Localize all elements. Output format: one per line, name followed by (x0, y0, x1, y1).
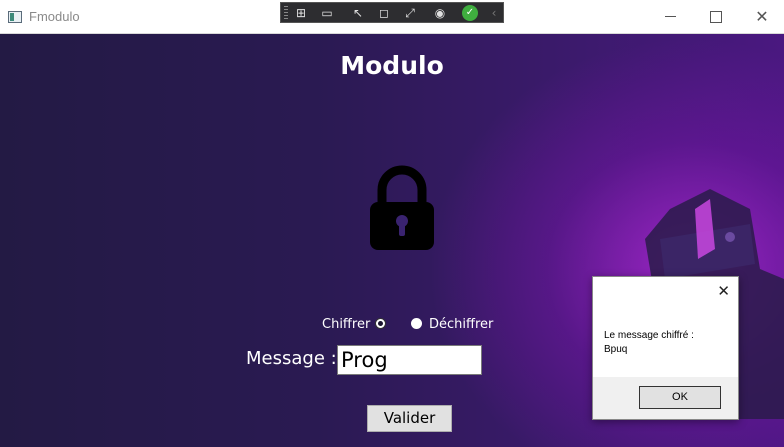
hot-reload-icon[interactable]: ⤢ (402, 5, 418, 21)
dialog-message-title: Le message chiffré : (604, 330, 694, 341)
dialog-footer: OK (593, 377, 738, 419)
check-icon[interactable]: ✓ (462, 5, 478, 21)
page-title: Modulo (340, 51, 444, 80)
app-icon (8, 11, 22, 23)
pointer-icon[interactable]: ↖ (350, 5, 366, 21)
close-icon: ✕ (755, 7, 769, 26)
close-button[interactable]: ✕ (739, 0, 784, 33)
window-title: Fmodulo (29, 9, 80, 24)
frame-icon[interactable]: ◻ (376, 5, 392, 21)
record-icon[interactable]: ▭ (319, 5, 335, 21)
close-icon[interactable]: ✕ (717, 282, 730, 300)
maximize-button[interactable] (693, 0, 739, 33)
ok-button[interactable]: OK (639, 386, 721, 409)
message-input[interactable]: Prog (337, 345, 482, 375)
radio-chiffrer[interactable] (375, 318, 386, 329)
radio-dechiffrer-label[interactable]: Déchiffrer (429, 317, 493, 332)
radio-chiffrer-label[interactable]: Chiffrer (322, 317, 370, 332)
live-icon[interactable]: ◉ (432, 5, 448, 21)
dialog-message-value: Bpuq (604, 344, 628, 355)
message-dialog: ✕ Le message chiffré : Bpuq OK (592, 276, 739, 420)
select-element-icon[interactable]: ⊞ (293, 5, 309, 21)
debug-toolbar: ⊞ ▭ ↖ ◻ ⤢ ◉ ✓ ‹ (280, 2, 504, 23)
radio-dechiffrer[interactable] (411, 318, 422, 329)
message-label: Message : (246, 348, 337, 369)
collapse-chevron-icon[interactable]: ‹ (486, 5, 502, 21)
valider-button[interactable]: Valider (367, 405, 452, 432)
minimize-button[interactable] (647, 0, 693, 33)
grip-icon[interactable] (284, 6, 288, 20)
minimize-icon (664, 16, 676, 17)
maximize-icon (710, 10, 722, 23)
lock-icon (370, 165, 434, 250)
